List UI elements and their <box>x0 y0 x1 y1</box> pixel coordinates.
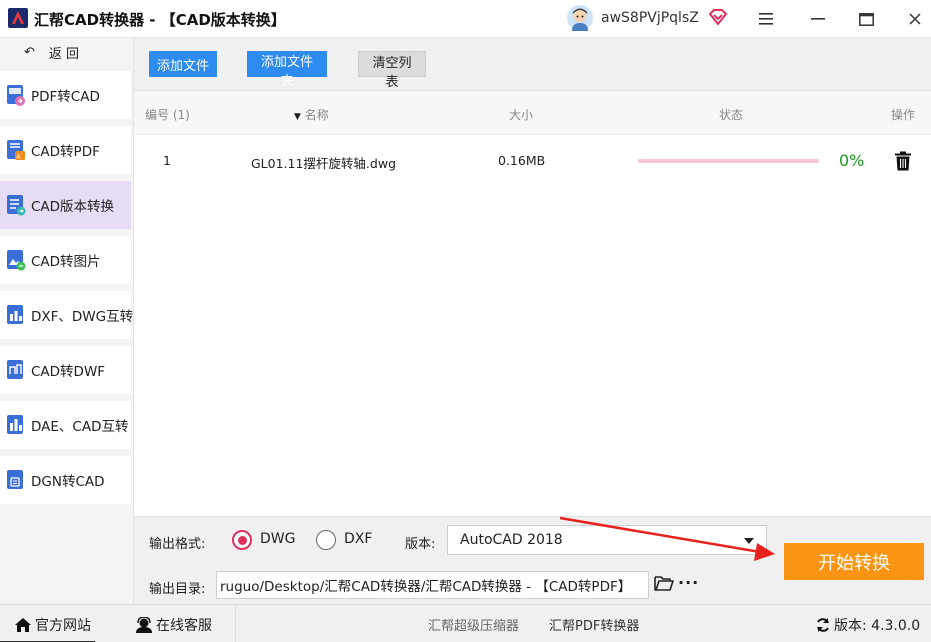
pdf-converter-link[interactable]: 汇帮PDF转换器 <box>549 615 639 634</box>
dgn-to-cad-icon <box>7 470 23 489</box>
row-file-name: GL01.11摆杆旋转轴.dwg <box>251 156 397 171</box>
progress-percent: 0% <box>839 151 865 170</box>
sidebar-item-label: DXF、DWG互转 <box>31 309 134 325</box>
column-status: 状态 <box>719 108 744 122</box>
add-file-button[interactable]: 添加文件 <box>149 51 217 77</box>
minimize-icon[interactable] <box>808 9 828 29</box>
version-label: 版本: <box>405 537 436 552</box>
sidebar-item-label: CAD转图片 <box>31 254 101 270</box>
sidebar-item-label: DAE、CAD互转 <box>31 419 129 435</box>
row-file-size: 0.16MB <box>498 153 546 168</box>
maximize-icon[interactable] <box>856 9 876 29</box>
vip-diamond-icon[interactable] <box>709 9 727 25</box>
back-button[interactable]: ↶ 返 回 <box>0 38 134 66</box>
sidebar-item-label: DGN转CAD <box>31 474 105 490</box>
output-format-label: 输出格式: <box>149 537 206 552</box>
start-convert-button[interactable]: 开始转换 <box>784 543 924 580</box>
sidebar-item-dae-cad-convert[interactable]: DAE、CAD互转 <box>0 401 131 449</box>
column-name[interactable]: ▼ 名称 <box>294 106 329 123</box>
pdf-to-cad-icon <box>7 85 25 106</box>
cad-version-icon <box>7 195 26 216</box>
customer-service-icon <box>136 617 152 633</box>
toolbar: 添加文件 添加文件夹 清空列表 <box>134 38 931 91</box>
format-option-dwg-label[interactable]: DWG <box>260 531 295 547</box>
version-info[interactable]: 版本: 4.3.0.0 <box>815 615 920 635</box>
sidebar-item-label: CAD转PDF <box>31 144 100 160</box>
avatar[interactable] <box>567 5 593 31</box>
back-arrow-icon: ↶ <box>24 44 35 60</box>
official-website-link[interactable]: 官方网站 <box>14 615 91 635</box>
clear-list-button[interactable]: 清空列表 <box>358 51 426 90</box>
column-index: 编号 (1) <box>145 108 190 122</box>
title-bar: 汇帮CAD转换器 - 【CAD版本转换】 awS8PVjPqlsZ <box>0 0 931 38</box>
version-select[interactable]: AutoCAD 2018 <box>447 525 767 555</box>
sidebar-item-cad-version-convert[interactable]: CAD版本转换 <box>0 181 131 229</box>
back-label: 返 回 <box>48 46 80 62</box>
sidebar-item-dgn-to-cad[interactable]: DGN转CAD <box>0 456 131 504</box>
menu-icon[interactable] <box>756 9 776 29</box>
window-title: 汇帮CAD转换器 - 【CAD版本转换】 <box>34 11 286 29</box>
progress-bar <box>638 159 819 163</box>
output-settings: 输出格式: DWG DXF 版本: AutoCAD 2018 输出目录: ···… <box>134 516 931 604</box>
home-icon <box>15 618 31 632</box>
trash-icon[interactable] <box>894 151 912 171</box>
sidebar-item-label: PDF转CAD <box>31 89 100 105</box>
version-select-value: AutoCAD 2018 <box>460 532 563 548</box>
output-dir-input[interactable] <box>216 571 649 599</box>
sort-desc-icon: ▼ <box>294 112 301 122</box>
format-option-dxf-label[interactable]: DXF <box>344 531 372 547</box>
dae-cad-icon <box>7 415 23 434</box>
dxf-dwg-icon <box>7 305 23 324</box>
more-options-icon[interactable]: ··· <box>678 573 699 592</box>
file-table-header: 编号 (1) ▼ 名称 大小 状态 操作 <box>134 91 931 135</box>
username[interactable]: awS8PVjPqlsZ <box>601 10 699 26</box>
online-support-link[interactable]: 在线客服 <box>135 615 212 635</box>
table-row[interactable]: 1 GL01.11摆杆旋转轴.dwg 0.16MB 0% <box>134 136 931 184</box>
online-support-label: 在线客服 <box>156 618 212 634</box>
cad-to-dwf-icon <box>7 360 23 379</box>
add-folder-button[interactable]: 添加文件夹 <box>247 51 327 89</box>
sidebar-item-pdf-to-cad[interactable]: PDF转CAD <box>0 71 131 119</box>
sidebar-item-cad-to-image[interactable]: CAD转图片 <box>0 236 131 284</box>
sidebar-item-label: CAD转DWF <box>31 364 106 380</box>
folder-open-icon[interactable] <box>654 574 674 592</box>
version-text: 版本: 4.3.0.0 <box>834 618 921 634</box>
close-icon[interactable] <box>905 9 925 29</box>
compressor-link[interactable]: 汇帮超级压缩器 <box>428 615 519 634</box>
sidebar-item-cad-to-pdf[interactable]: A CAD转PDF <box>0 126 131 174</box>
cad-to-pdf-icon: A <box>7 140 25 161</box>
sidebar: ↶ 返 回 PDF转CAD A CAD转PDF CAD版本转换 CAD转图片 D… <box>0 38 134 604</box>
chevron-down-icon <box>744 538 754 544</box>
row-index: 1 <box>163 153 171 168</box>
file-list-area <box>134 184 931 516</box>
column-size: 大小 <box>509 108 534 122</box>
refresh-icon <box>817 618 829 632</box>
official-website-label: 官方网站 <box>35 618 91 634</box>
app-logo-icon <box>8 8 28 28</box>
footer-bar: 官方网站 在线客服 汇帮超级压缩器 汇帮PDF转换器 版本: 4.3.0.0 <box>0 604 931 642</box>
footer-divider <box>235 605 236 642</box>
column-name-label: 名称 <box>304 108 329 122</box>
column-action: 操作 <box>891 108 916 122</box>
format-radio-dxf[interactable] <box>316 530 336 550</box>
output-dir-label: 输出目录: <box>149 582 206 597</box>
cad-to-image-icon <box>7 250 26 271</box>
sidebar-item-label: CAD版本转换 <box>31 199 115 215</box>
sidebar-item-dxf-dwg-convert[interactable]: DXF、DWG互转 <box>0 291 134 339</box>
sidebar-item-cad-to-dwf[interactable]: CAD转DWF <box>0 346 131 394</box>
format-radio-dwg[interactable] <box>232 530 252 550</box>
